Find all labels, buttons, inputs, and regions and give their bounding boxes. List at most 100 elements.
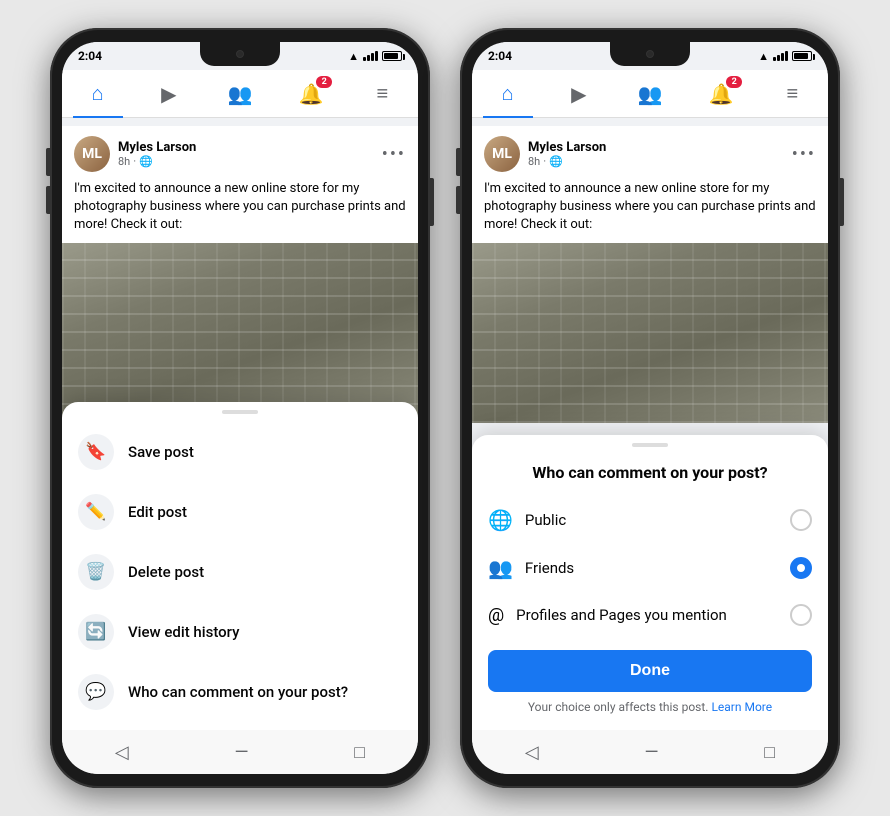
signal-bar-4 (375, 51, 378, 61)
post-dot-1: · (133, 155, 136, 168)
battery-fill-1 (384, 53, 398, 59)
vol-up-btn[interactable] (46, 148, 50, 176)
delete-post-label: Delete post (128, 563, 204, 581)
nav-home-1[interactable]: ⌂ (73, 70, 123, 118)
vol-down-btn-2[interactable] (456, 186, 460, 214)
back-btn-2[interactable]: ◁ (525, 742, 539, 763)
public-icon: 🌐 (488, 508, 513, 532)
menu-delete-post[interactable]: 🗑️ Delete post (62, 542, 418, 602)
battery-icon-1 (382, 51, 402, 61)
home-btn-2[interactable]: — (644, 742, 658, 763)
post-header-2: ML Myles Larson 8h · 🌐 ••• (472, 126, 828, 180)
power-btn-2[interactable] (840, 178, 844, 226)
view-history-icon: 🔄 (78, 614, 114, 650)
signal-bar-2-2 (777, 55, 780, 61)
vol-down-btn[interactable] (46, 186, 50, 214)
friends-icon: 👥 (488, 556, 513, 580)
public-radio[interactable] (790, 509, 812, 531)
nav-notifications-2[interactable]: 🔔 2 (696, 70, 746, 118)
user-info-1: Myles Larson 8h · 🌐 (118, 140, 196, 168)
edit-post-label: Edit post (128, 503, 187, 521)
post-text-1: I'm excited to announce a new online sto… (62, 180, 418, 243)
privacy-icon-1: 🌐 (139, 155, 153, 168)
home-icon-1: ⌂ (92, 81, 104, 106)
signal-bar-2 (367, 55, 370, 61)
menu-edit-post[interactable]: ✏️ Edit post (62, 482, 418, 542)
camera-notch-2 (610, 42, 690, 66)
comment-option-friends[interactable]: 👥 Friends (472, 544, 828, 592)
home-btn-1[interactable]: — (234, 742, 248, 763)
menu-icon-1: ≡ (377, 81, 389, 106)
comment-option-profiles-pages[interactable]: @ Profiles and Pages you mention (472, 592, 828, 638)
camera-dot-1 (236, 50, 244, 58)
menu-save-post[interactable]: 🔖 Save post (62, 422, 418, 482)
facebook-nav-1: ⌂ ▶ 👥 🔔 2 ≡ (62, 70, 418, 118)
post-time-2: 8h (528, 155, 540, 168)
post-image-2 (472, 243, 828, 423)
user-name-1: Myles Larson (118, 140, 196, 155)
facebook-nav-2: ⌂ ▶ 👥 🔔 2 ≡ (472, 70, 828, 118)
comment-option-public[interactable]: 🌐 Public (472, 496, 828, 544)
signal-bar-3 (371, 53, 374, 61)
choice-note-text: Your choice only affects this post. (528, 700, 709, 714)
camera-notch-1 (200, 42, 280, 66)
menu-view-edit-history[interactable]: 🔄 View edit history (62, 602, 418, 662)
post-options-btn-2[interactable]: ••• (792, 144, 816, 165)
edit-post-icon: ✏️ (78, 494, 114, 530)
done-button[interactable]: Done (488, 650, 812, 692)
signal-bars-1 (363, 51, 378, 61)
status-time-2: 2:04 (488, 49, 512, 63)
recent-btn-1[interactable]: □ (354, 742, 365, 763)
friends-radio[interactable] (790, 557, 812, 579)
profiles-pages-radio[interactable] (790, 604, 812, 626)
nav-menu-1[interactable]: ≡ (357, 70, 407, 118)
who-can-comment-label: Who can comment on your post? (128, 683, 348, 701)
nav-video-2[interactable]: ▶ (554, 70, 604, 118)
phone-shell-2: 2:04 ▲ ⌂ (460, 28, 840, 788)
power-btn[interactable] (430, 178, 434, 226)
phone-shell-1: 2:04 ▲ ⌂ (50, 28, 430, 788)
post-user-1: ML Myles Larson 8h · 🌐 (74, 136, 196, 172)
wifi-icon-2: ▲ (758, 50, 769, 63)
menu-icon-2: ≡ (787, 81, 799, 106)
profiles-pages-label: Profiles and Pages you mention (516, 606, 727, 624)
nav-groups-2[interactable]: 👥 (625, 70, 675, 118)
nav-home-2[interactable]: ⌂ (483, 70, 533, 118)
nav-notifications-1[interactable]: 🔔 2 (286, 70, 336, 118)
back-btn-1[interactable]: ◁ (115, 742, 129, 763)
avatar-initials-2: ML (492, 146, 512, 162)
nav-menu-2[interactable]: ≡ (767, 70, 817, 118)
phone-screen-2: 2:04 ▲ ⌂ (472, 42, 828, 774)
home-icon-2: ⌂ (502, 81, 514, 106)
public-label: Public (525, 511, 566, 529)
post-header-1: ML Myles Larson 8h · 🌐 ••• (62, 126, 418, 180)
aerial-photo-2 (472, 243, 828, 423)
camera-dot-2 (646, 50, 654, 58)
status-icons-2: ▲ (758, 50, 812, 63)
post-meta-1: 8h · 🌐 (118, 155, 196, 168)
signal-bar-1 (363, 57, 366, 61)
recent-btn-2[interactable]: □ (764, 742, 775, 763)
signal-bar-2-3 (781, 53, 784, 61)
vol-up-btn-2[interactable] (456, 148, 460, 176)
menu-who-can-comment[interactable]: 💬 Who can comment on your post? (62, 662, 418, 722)
sheet-handle-2 (632, 443, 668, 447)
post-options-btn-1[interactable]: ••• (382, 144, 406, 165)
groups-icon-1: 👥 (228, 82, 253, 106)
nav-video-1[interactable]: ▶ (144, 70, 194, 118)
nav-groups-1[interactable]: 👥 (215, 70, 265, 118)
notification-badge-1: 2 (316, 76, 332, 88)
comment-option-public-left: 🌐 Public (488, 508, 566, 532)
signal-bar-2-4 (785, 51, 788, 61)
comment-dialog: Who can comment on your post? 🌐 Public 👥… (472, 435, 828, 730)
battery-fill-2 (794, 53, 808, 59)
friends-label: Friends (525, 559, 574, 577)
comment-dialog-title: Who can comment on your post? (472, 455, 828, 496)
bottom-nav-1: ◁ — □ (62, 730, 418, 774)
signal-bar-2-1 (773, 57, 776, 61)
phone-2: 2:04 ▲ ⌂ (460, 28, 840, 788)
learn-more-link[interactable]: Learn More (711, 700, 772, 714)
post-user-2: ML Myles Larson 8h · 🌐 (484, 136, 606, 172)
save-post-label: Save post (128, 443, 194, 461)
status-time-1: 2:04 (78, 49, 102, 63)
